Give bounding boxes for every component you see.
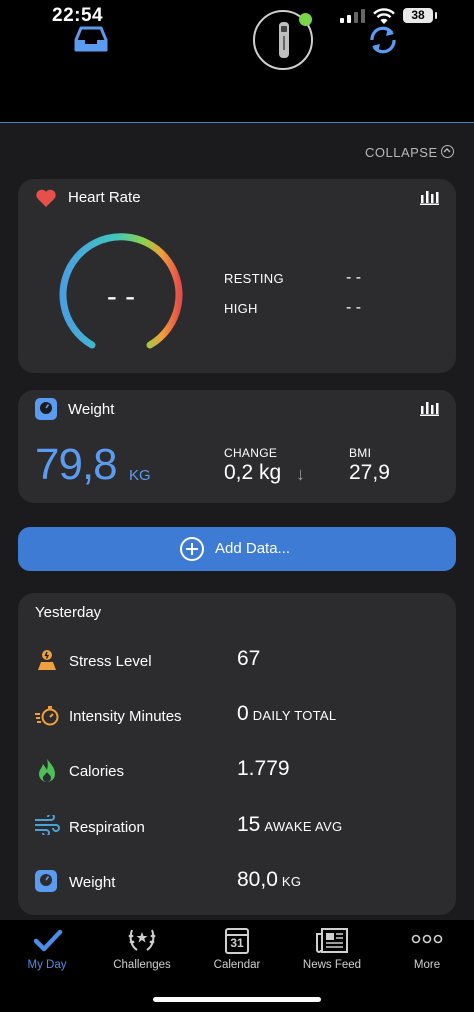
top-toolbar — [0, 40, 474, 123]
device-connected-dot — [299, 13, 312, 26]
list-item-value: 80,0 — [237, 868, 278, 891]
cellular-signal-icon — [340, 9, 365, 23]
bar-chart-icon[interactable] — [420, 189, 439, 205]
list-item-label[interactable]: Weight — [69, 874, 115, 891]
nav-item-more[interactable]: More — [380, 920, 474, 990]
home-indicator — [153, 997, 321, 1002]
resting-label: RESTING — [224, 271, 284, 286]
resting-value: - - — [346, 269, 362, 286]
nav-label: More — [413, 959, 441, 971]
heart-icon — [36, 189, 56, 207]
laurel-icon — [128, 929, 156, 951]
weight-value: 79,8 — [35, 440, 118, 489]
list-item-value: 67 — [237, 647, 261, 670]
bmi-value: 27,9 — [349, 461, 390, 484]
change-value: 0,2 kg — [224, 461, 282, 484]
stopwatch-icon — [35, 706, 59, 726]
inbox-icon[interactable] — [74, 24, 108, 54]
list-item-value-wrap: 0 DAILY TOTAL — [237, 702, 336, 726]
plus-circle-icon — [180, 537, 204, 561]
nav-item-news-feed[interactable]: News Feed — [285, 920, 380, 990]
list-item-value: 1.779 — [237, 757, 290, 780]
weight-title: Weight — [68, 401, 115, 418]
nav-label: My Day — [27, 959, 67, 971]
high-label: HIGH — [224, 301, 258, 316]
nav-label: Challenges — [113, 959, 171, 971]
list-item-label[interactable]: Respiration — [69, 819, 145, 836]
list-item-value: 15 — [237, 813, 261, 836]
newspaper-icon — [316, 928, 348, 953]
nav-item-calendar[interactable]: 31 Calendar — [190, 920, 285, 990]
sync-icon[interactable] — [366, 24, 400, 56]
list-item-unit: KG — [281, 874, 302, 889]
list-item-value-wrap: 1.779 — [237, 757, 290, 781]
scale-icon — [35, 870, 57, 892]
yesterday-title: Yesterday — [35, 604, 102, 621]
list-item-label[interactable]: Intensity Minutes — [69, 708, 182, 725]
flame-icon — [39, 759, 55, 783]
add-data-label: Add Data... — [215, 540, 291, 557]
heart-rate-value: - - — [106, 280, 136, 313]
nav-item-challenges[interactable]: Challenges — [95, 920, 190, 990]
list-item-value-wrap: 15 AWAKE AVG — [237, 813, 342, 837]
collapse-button[interactable]: COLLAPSE — [365, 145, 438, 160]
list-item-value: 0 — [237, 702, 249, 725]
calendar-icon: 31 — [225, 928, 249, 954]
battery-indicator: 38 — [403, 8, 437, 23]
high-value: - - — [346, 299, 362, 316]
arrow-down-icon: ↓ — [296, 464, 305, 484]
yesterday-card — [18, 593, 456, 915]
list-item-unit: DAILY TOTAL — [252, 708, 337, 723]
nav-label: Calendar — [213, 959, 261, 971]
stress-icon — [38, 650, 56, 670]
change-label: CHANGE — [224, 446, 278, 460]
list-item-unit: AWAKE AVG — [264, 819, 343, 834]
bmi-label: BMI — [349, 446, 372, 460]
nav-label: News Feed — [302, 959, 362, 971]
nav-item-my-day[interactable]: My Day — [0, 920, 95, 990]
wifi-icon — [373, 8, 395, 24]
list-item-value-wrap: 67 — [237, 647, 260, 671]
checkmark-icon — [33, 929, 63, 952]
calendar-date: 31 — [230, 936, 244, 950]
wind-icon — [35, 815, 60, 835]
heart-rate-title: Heart Rate — [68, 189, 141, 206]
more-dots-icon — [411, 934, 443, 944]
bar-chart-icon[interactable] — [420, 400, 439, 416]
list-item-label[interactable]: Calories — [69, 763, 124, 780]
weight-unit: KG — [129, 467, 151, 484]
chevron-up-icon[interactable] — [441, 145, 454, 158]
list-item-value-wrap: 80,0 KG — [237, 868, 301, 892]
scale-icon — [35, 398, 57, 420]
list-item-label[interactable]: Stress Level — [69, 653, 152, 670]
